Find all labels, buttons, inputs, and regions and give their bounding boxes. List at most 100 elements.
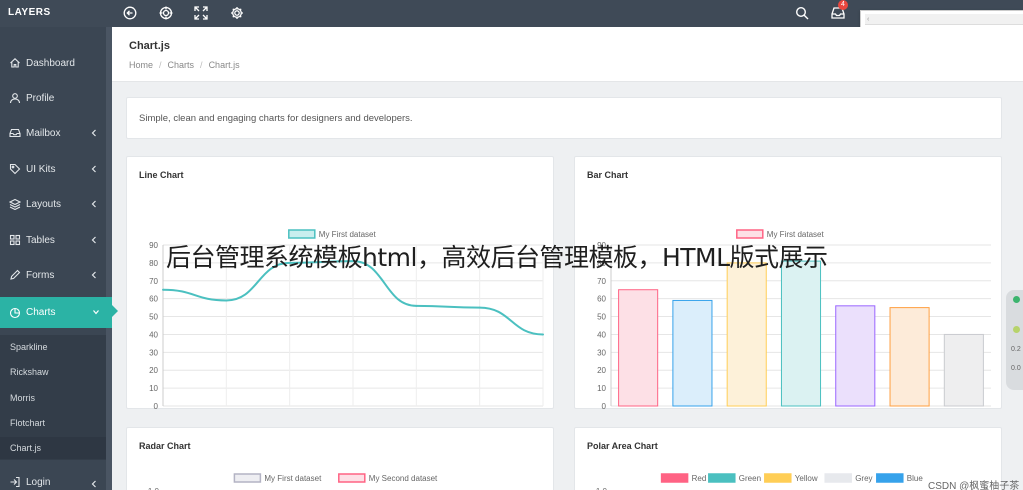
- submenu-item-rickshaw[interactable]: Rickshaw: [10, 367, 49, 377]
- side-widget-value: 0.2: [1011, 346, 1021, 353]
- breadcrumb: Home / Charts / Chart.js: [129, 60, 240, 70]
- bar-chart: 0102030405060708090JanuaryFebruaryMarchA…: [597, 229, 991, 410]
- status-dot: [1013, 296, 1020, 303]
- y-tick-label: 60: [149, 295, 158, 304]
- data-point: [415, 304, 418, 307]
- y-tick-label: 10: [149, 384, 158, 393]
- search-icon[interactable]: [793, 4, 811, 22]
- y-tick-label: 80: [149, 259, 158, 268]
- brand-logo: LAYERS: [8, 7, 51, 18]
- back-circle-icon[interactable]: [121, 4, 139, 22]
- legend-label: Red: [692, 474, 707, 483]
- radar-chart: My First datasetMy Second dataset1.0: [148, 473, 438, 490]
- legend-swatch: [233, 473, 262, 483]
- radar-chart-card: Radar Chart My First dataset My Second da…: [126, 427, 554, 490]
- fullscreen-icon[interactable]: [192, 4, 210, 22]
- notification-badge: 4: [838, 0, 848, 10]
- grid-icon: [9, 234, 21, 246]
- legend-label: Green: [739, 474, 761, 483]
- sidebar-item-label: Login: [26, 476, 51, 488]
- gear-icon[interactable]: [228, 4, 246, 22]
- legend-label: My First dataset: [264, 474, 322, 483]
- bar: [726, 262, 767, 407]
- legend-label: My Second dataset: [369, 474, 438, 483]
- chevron-left-icon: [90, 235, 98, 245]
- breadcrumb-current: Chart.js: [208, 60, 240, 70]
- line-chart-card: Line Chart 0102030405060708090JanuaryFeb…: [126, 156, 554, 410]
- floating-panel-bar: ‹: [865, 14, 1023, 25]
- breadcrumb-home[interactable]: Home: [129, 60, 153, 70]
- y-tick-label: 40: [597, 330, 606, 339]
- sidebar-item-charts[interactable]: Charts: [0, 297, 118, 328]
- pencil-icon: [9, 269, 21, 281]
- y-tick-label: 20: [149, 366, 158, 375]
- sidebar-item-label: Dashboard: [26, 57, 75, 69]
- sidebar-item-tables[interactable]: Tables: [0, 226, 106, 254]
- y-tick-label: 70: [149, 277, 158, 286]
- layers-icon: [8, 198, 22, 211]
- breadcrumb-charts[interactable]: Charts: [168, 60, 195, 70]
- sidebar-item-label: Charts: [26, 307, 56, 318]
- y-tick-label: 30: [149, 348, 158, 357]
- sidebar: Dashboard Profile Mailbox UI Kits Layout…: [0, 27, 118, 490]
- watermark-text: 后台管理系统模板html，高效后台管理模板，HTML版式展示: [166, 243, 828, 272]
- y-tick-label: 90: [149, 241, 158, 250]
- login-icon: [9, 476, 21, 488]
- intro-card: Simple, clean and engaging charts for de…: [126, 97, 1002, 139]
- bar: [618, 289, 659, 407]
- data-point: [478, 306, 481, 309]
- intro-text: Simple, clean and engaging charts for de…: [139, 113, 413, 124]
- tag-icon: [9, 163, 21, 175]
- sidebar-item-mailbox[interactable]: Mailbox: [0, 119, 106, 147]
- y-tick-label: 0: [154, 402, 159, 410]
- pie-icon: [9, 307, 21, 319]
- legend-label: Yellow: [795, 474, 818, 483]
- legend-swatch: [708, 473, 736, 483]
- line-chart: 0102030405060708090JanuaryFebruaryMarchA…: [149, 229, 544, 410]
- y-tick-label: 50: [597, 313, 606, 322]
- legend-swatch: [660, 473, 689, 483]
- legend-swatch: [338, 473, 366, 483]
- csdn-watermark: CSDN @枫蜜柚子茶: [928, 481, 1020, 490]
- page-header: Chart.js Home / Charts / Chart.js: [112, 27, 1023, 82]
- bar: [672, 299, 713, 407]
- sidebar-item-label: UI Kits: [26, 163, 56, 175]
- sidebar-item-ui-kits[interactable]: UI Kits: [0, 155, 106, 183]
- chevron-left-icon: [90, 199, 98, 209]
- chevron-left-icon: [90, 270, 98, 280]
- sidebar-item-login[interactable]: Login: [0, 470, 106, 490]
- side-widget[interactable]: 0.2 0.0: [1006, 290, 1023, 390]
- y-tick-label: 20: [597, 366, 606, 375]
- data-point: [542, 333, 544, 336]
- sidebar-item-label: Tables: [26, 234, 55, 246]
- legend-swatch: [288, 229, 316, 239]
- sidebar-item-dashboard[interactable]: Dashboard: [0, 49, 106, 77]
- y-tick-label: 0: [602, 402, 607, 410]
- y-tick-label: 50: [149, 313, 158, 322]
- data-point: [162, 288, 164, 291]
- submenu-item-sparkline[interactable]: Sparkline: [10, 342, 48, 352]
- submenu-item-flotchart[interactable]: Flotchart: [10, 418, 45, 428]
- legend-swatch: [876, 473, 904, 483]
- sidebar-item-profile[interactable]: Profile: [0, 84, 106, 112]
- chevron-left-icon: [90, 164, 98, 174]
- mail-icon: [9, 127, 21, 139]
- submenu-item-morris[interactable]: Morris: [10, 393, 35, 403]
- sidebar-item-label: Profile: [26, 92, 55, 104]
- bar: [835, 305, 876, 407]
- sidebar-item-forms[interactable]: Forms: [0, 261, 106, 289]
- sidebar-item-label: Mailbox: [26, 127, 61, 139]
- y-tick-label: 60: [597, 295, 606, 304]
- sidebar-item-layouts[interactable]: Layouts: [0, 190, 106, 218]
- legend-label: Blue: [907, 474, 924, 483]
- submenu-item-chartjs[interactable]: Chart.js: [0, 437, 106, 459]
- side-widget-value: 0.0: [1011, 365, 1021, 372]
- data-point: [225, 299, 228, 302]
- home-icon: [9, 57, 21, 69]
- y-tick-label: 40: [149, 330, 158, 339]
- bar-chart-card: Bar Chart 0102030405060708090JanuaryFebr…: [574, 156, 1002, 410]
- user-icon: [9, 92, 21, 104]
- crosshair-icon[interactable]: [157, 4, 175, 22]
- page-title: Chart.js: [129, 40, 170, 52]
- bar: [943, 333, 984, 407]
